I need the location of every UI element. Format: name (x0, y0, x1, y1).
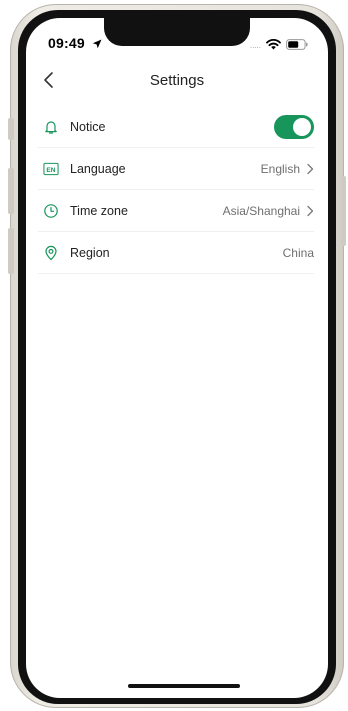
clock-icon (43, 203, 59, 219)
app-screen: 09:49 ..... Settings Notice EN Language … (26, 18, 328, 698)
chevron-right-icon (306, 205, 314, 217)
notice-toggle[interactable] (274, 114, 314, 139)
navigation-bar: Settings (26, 64, 328, 98)
volume-down-button (8, 228, 14, 274)
settings-row-label: Time zone (70, 203, 128, 218)
notch (104, 18, 250, 46)
battery-icon (286, 37, 308, 55)
svg-text:EN: EN (46, 167, 55, 174)
status-time: 09:49 (48, 35, 102, 52)
toggle-knob (293, 117, 311, 136)
settings-row-region: Region China (38, 232, 314, 274)
home-indicator (128, 684, 240, 688)
settings-list: Notice EN Language English Time zone Asi… (38, 106, 314, 274)
settings-row-language[interactable]: EN Language English (38, 148, 314, 190)
time-zone-value: Asia/Shanghai (222, 203, 300, 218)
status-icons: ..... (250, 37, 308, 55)
bell-icon (43, 119, 59, 135)
location-arrow-icon (92, 36, 102, 52)
wifi-icon (266, 37, 281, 55)
mute-switch (8, 118, 14, 140)
region-value: China (282, 245, 314, 260)
settings-row-label: Language (70, 161, 126, 176)
chevron-right-icon (306, 163, 314, 175)
settings-row-label: Region (70, 245, 110, 260)
status-time-text: 09:49 (48, 35, 85, 51)
device-mockup: 09:49 ..... Settings Notice EN Language … (0, 0, 348, 711)
en-language-icon: EN (43, 161, 59, 177)
page-title: Settings (149, 72, 205, 89)
settings-row-label: Notice (70, 119, 106, 134)
settings-row-time-zone[interactable]: Time zone Asia/Shanghai (38, 190, 314, 232)
language-value: English (260, 161, 300, 176)
settings-row-notice: Notice (38, 106, 314, 148)
power-button (341, 176, 346, 246)
location-pin-icon (43, 245, 59, 261)
cellular-signal-icon: ..... (249, 41, 261, 50)
volume-up-button (8, 168, 14, 214)
